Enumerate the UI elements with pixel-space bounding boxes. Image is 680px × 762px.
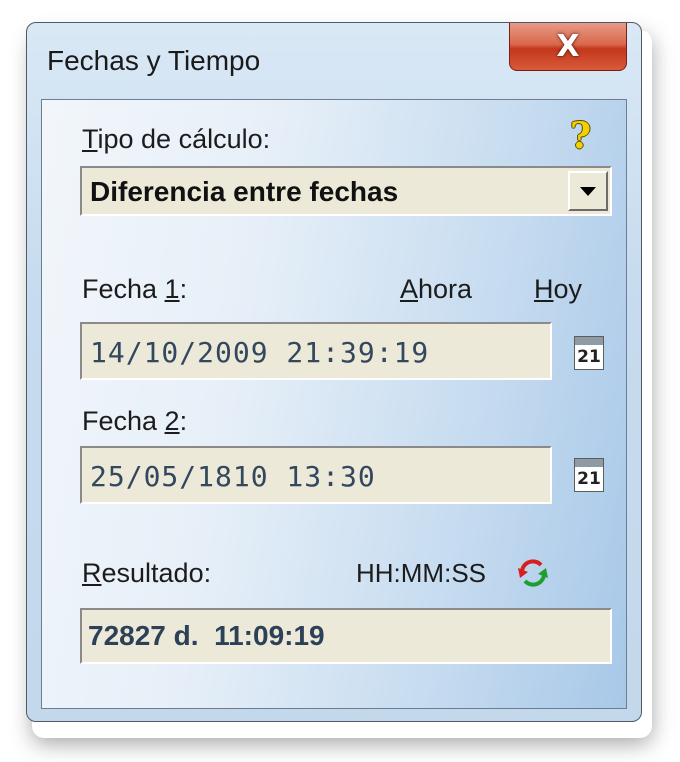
dialog-content: Tipo de cálculo: ? Diferencia entre fech… xyxy=(41,99,627,709)
refresh-icon[interactable] xyxy=(516,556,550,590)
fecha1-input[interactable]: 14/10/2009 21:39:19 xyxy=(80,322,552,380)
fecha2-input[interactable]: 25/05/1810 13:30 xyxy=(80,446,552,504)
calc-type-label: Tipo de cálculo: xyxy=(82,124,271,154)
help-icon[interactable]: ? xyxy=(570,116,600,156)
calc-type-select[interactable]: Diferencia entre fechas xyxy=(80,166,612,216)
close-button[interactable]: X xyxy=(509,23,627,71)
today-link[interactable]: Hoy xyxy=(534,274,582,305)
dialog-window: Fechas y Tiempo X Tipo de cálculo: ? Dif… xyxy=(26,22,642,722)
calc-type-selected: Diferencia entre fechas xyxy=(90,176,399,207)
result-value: 72827 d. 11:09:19 xyxy=(88,620,325,651)
format-label: HH:MM:SS xyxy=(356,558,486,588)
dropdown-arrow-icon[interactable] xyxy=(568,171,608,211)
fecha1-value: 14/10/2009 21:39:19 xyxy=(90,336,430,369)
calendar-icon[interactable]: 21 xyxy=(574,458,604,492)
fecha2-label: Fecha 2: xyxy=(82,406,188,436)
fecha1-label: Fecha 1: xyxy=(82,274,188,304)
calendar-icon[interactable]: 21 xyxy=(574,336,604,370)
resultado-label: Resultado: xyxy=(82,558,212,588)
now-link[interactable]: Ahora xyxy=(400,274,472,305)
result-field: 72827 d. 11:09:19 xyxy=(80,608,612,664)
fecha2-value: 25/05/1810 13:30 xyxy=(90,460,376,493)
close-icon: X xyxy=(556,29,580,64)
window-title: Fechas y Tiempo xyxy=(47,45,261,76)
